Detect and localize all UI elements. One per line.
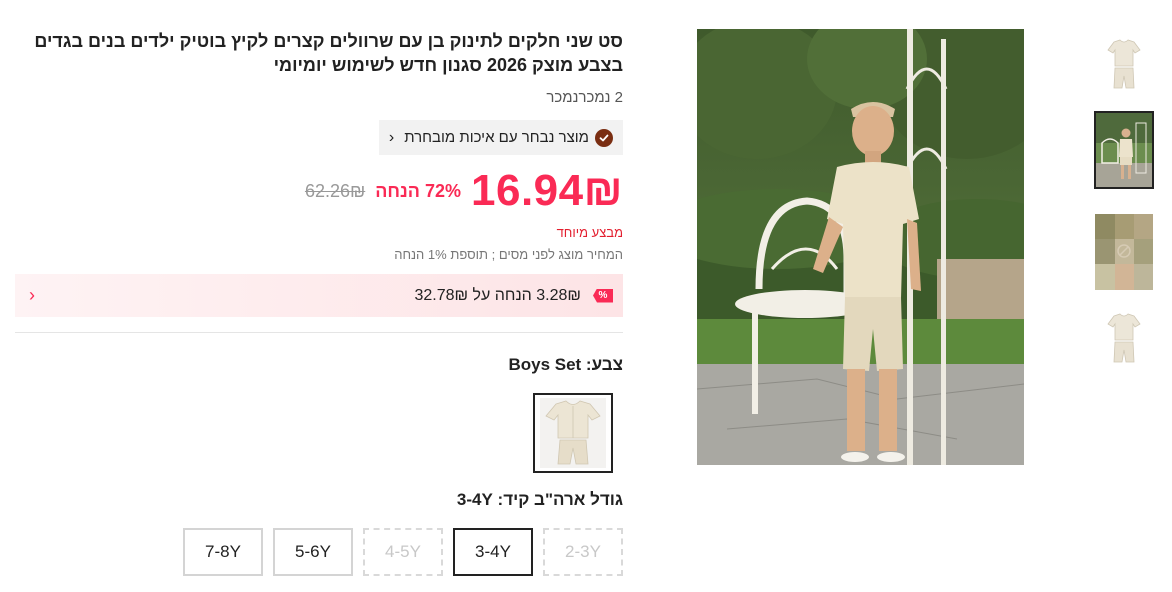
percent-tag-icon: % [593, 288, 613, 303]
size-option-2-3y[interactable]: 2-3Y [543, 528, 623, 576]
size-options: 2-3Y 3-4Y 4-5Y 5-6Y 7-8Y [15, 528, 623, 576]
chevron-left-icon: ‹ [29, 285, 35, 305]
size-option-3-4y[interactable]: 3-4Y [453, 528, 533, 576]
outfit-flatlay-icon [1107, 39, 1141, 89]
thumbnail-palette[interactable] [1094, 213, 1154, 291]
divider [15, 332, 623, 333]
main-product-image[interactable] [697, 29, 1024, 465]
special-offer-label: מבצע מיוחד [556, 225, 623, 240]
size-label: גודל ארה"ב קיד: 3-4Y [456, 490, 623, 509]
product-info: סט שני חלקים לתינוק בן עם שרוולים קצרים … [15, 29, 623, 576]
quality-badge[interactable]: מוצר נבחר עם איכות מובחרת ‹ [378, 120, 623, 155]
sold-count: 2 נמכרנמכר [546, 89, 623, 106]
quality-badge-label: מוצר נבחר עם איכות מובחרת [404, 129, 589, 146]
current-price: 16.94₪ [471, 166, 623, 215]
tax-note: המחיר מוצג לפני מסים ; תוספת 1% הנחה [394, 247, 623, 262]
discount-percent: 72% הנחה [375, 180, 461, 201]
size-option-7-8y[interactable]: 7-8Y [183, 528, 263, 576]
price-row: 16.94₪ 72% הנחה 62.26₪ [15, 166, 623, 215]
color-palette-icon [1095, 214, 1153, 290]
thumbnail-outfit-1[interactable] [1094, 29, 1154, 107]
thumbnail-boy-photo[interactable] [1094, 111, 1154, 189]
size-option-5-6y[interactable]: 5-6Y [273, 528, 353, 576]
original-price: 62.26₪ [304, 180, 366, 201]
coupon-bar[interactable]: % 3.28₪ הנחה על 32.78₪ ‹ [15, 274, 623, 317]
size-option-4-5y[interactable]: 4-5Y [363, 528, 443, 576]
coupon-text: 3.28₪ הנחה על 32.78₪ [414, 286, 581, 304]
color-label: צבע: Boys Set [508, 355, 623, 374]
thumbnail-outfit-2[interactable] [1094, 303, 1154, 381]
boy-photo-icon [1096, 113, 1152, 187]
color-swatch-boys-set[interactable] [533, 393, 613, 473]
chevron-left-icon: ‹ [388, 128, 395, 146]
verified-check-icon [595, 128, 613, 147]
product-title: סט שני חלקים לתינוק בן עם שרוולים קצרים … [34, 31, 623, 75]
outfit-flatlay-icon [540, 398, 606, 468]
boy-wearing-set-photo-icon [697, 29, 1024, 465]
outfit-flatlay-icon [1107, 313, 1141, 363]
